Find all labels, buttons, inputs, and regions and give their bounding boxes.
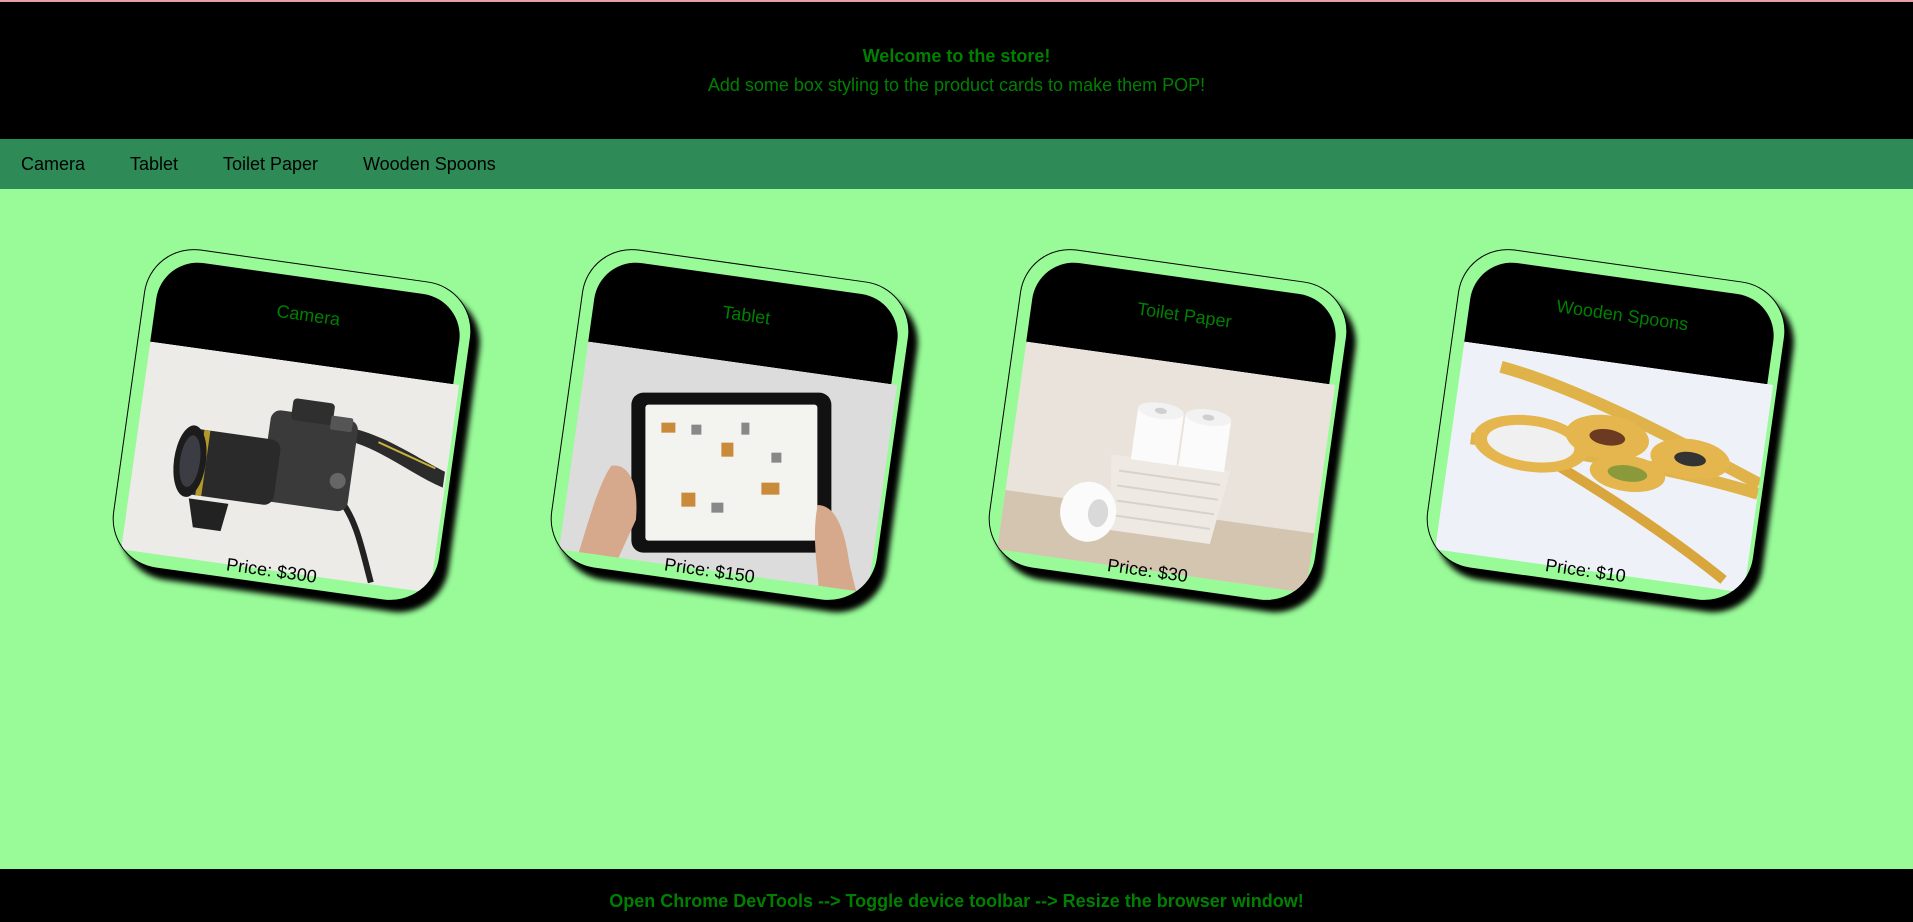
nav-item-toilet-paper[interactable]: Toilet Paper <box>223 154 318 175</box>
welcome-subtitle: Add some box styling to the product card… <box>707 75 1206 95</box>
nav-item-wooden-spoons[interactable]: Wooden Spoons <box>363 154 496 175</box>
product-card-toilet-paper[interactable]: Toilet Paper Price: $30 <box>982 242 1354 608</box>
product-card-camera[interactable]: Camera Price: $300 <box>106 242 478 608</box>
footer-text: Open Chrome DevTools --> Toggle device t… <box>609 891 1304 911</box>
welcome-title: Welcome to the store! <box>862 46 1051 66</box>
product-card-tablet[interactable]: Tablet Price: $150 <box>544 242 916 608</box>
nav-bar: Camera Tablet Toilet Paper Wooden Spoons <box>0 139 1913 189</box>
nav-item-tablet[interactable]: Tablet <box>130 154 178 175</box>
product-card-wooden-spoons[interactable]: Wooden Spoons Price: $10 <box>1420 242 1792 608</box>
store-header: Welcome to the store! Add some box styli… <box>0 2 1913 139</box>
nav-item-camera[interactable]: Camera <box>21 154 85 175</box>
store-footer: Open Chrome DevTools --> Toggle device t… <box>0 869 1913 922</box>
